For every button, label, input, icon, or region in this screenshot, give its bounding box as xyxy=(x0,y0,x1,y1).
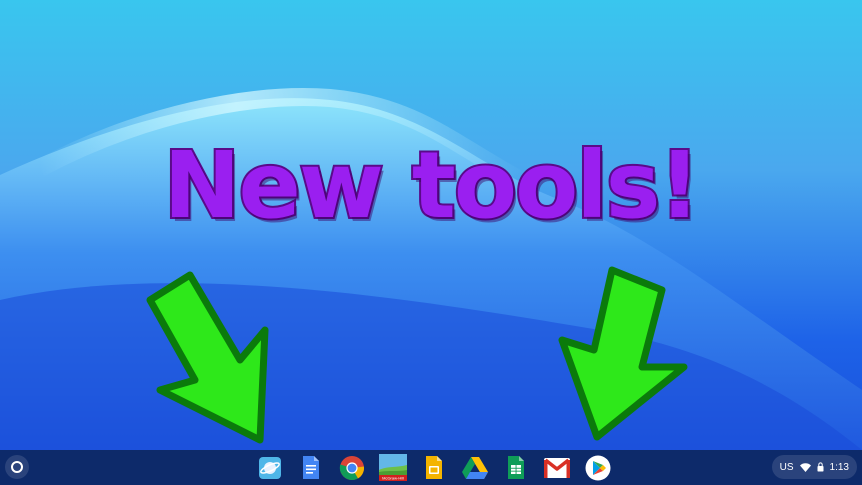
pinned-apps: McGraw-Hill xyxy=(256,454,612,481)
mcgraw-hill-label: McGraw-Hill xyxy=(382,476,404,481)
keyboard-layout-indicator: US xyxy=(779,461,794,473)
chrome-icon[interactable] xyxy=(338,454,366,481)
gmail-icon[interactable] xyxy=(543,454,571,481)
mcgraw-hill-icon[interactable]: McGraw-Hill xyxy=(379,454,407,481)
launcher-circle-icon xyxy=(11,461,23,473)
clock-time: 1:13 xyxy=(829,461,849,473)
drive-icon[interactable] xyxy=(461,454,489,481)
desktop-wallpaper xyxy=(0,0,862,485)
sheets-icon[interactable] xyxy=(502,454,530,481)
launcher-button[interactable] xyxy=(5,455,29,479)
planet-app-icon[interactable] xyxy=(256,454,284,481)
shelf: McGraw-Hill US 1:13 xyxy=(0,450,862,485)
battery-lock-icon xyxy=(817,462,824,472)
right-down-arrow-icon xyxy=(558,266,688,441)
play-store-icon[interactable] xyxy=(584,454,612,481)
left-down-arrow-icon xyxy=(146,271,269,444)
status-tray[interactable]: US 1:13 xyxy=(771,455,857,479)
slides-icon[interactable] xyxy=(420,454,448,481)
docs-icon[interactable] xyxy=(297,454,325,481)
headline-text: New tools! xyxy=(161,132,702,239)
wifi-icon xyxy=(799,462,811,472)
